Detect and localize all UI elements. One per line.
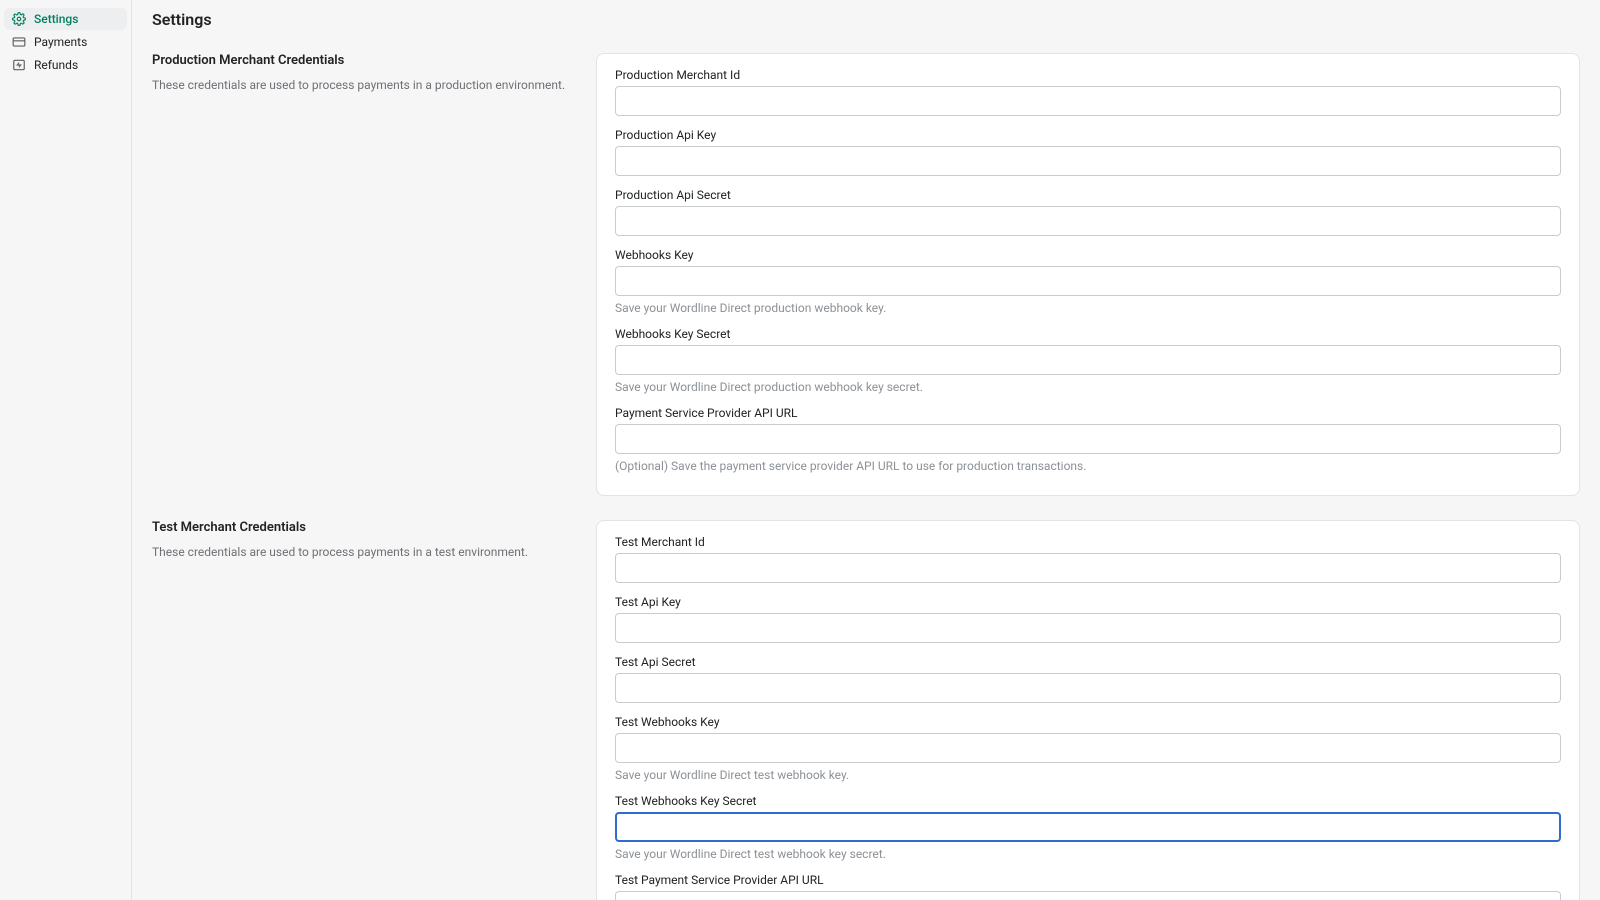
test-webhooks-key-input[interactable] (615, 733, 1561, 763)
field-label: Test Webhooks Key (615, 715, 1561, 729)
production-merchant-id-input[interactable] (615, 86, 1561, 116)
section-title: Test Merchant Credentials (152, 520, 572, 535)
field-help: Save your Wordline Direct test webhook k… (615, 847, 1561, 861)
card-test: Test Merchant Id Test Api Key Test Api S… (596, 520, 1580, 900)
field-label: Production Api Secret (615, 188, 1561, 202)
sidebar-item-refunds[interactable]: Refunds (4, 54, 127, 76)
test-api-key-input[interactable] (615, 613, 1561, 643)
production-psp-url-input[interactable] (615, 424, 1561, 454)
test-webhooks-key-secret-input[interactable] (615, 812, 1561, 842)
section-title: Production Merchant Credentials (152, 53, 572, 68)
field-label: Test Webhooks Key Secret (615, 794, 1561, 808)
field-label: Test Payment Service Provider API URL (615, 873, 1561, 887)
card-production: Production Merchant Id Production Api Ke… (596, 53, 1580, 496)
sidebar-item-label: Settings (34, 12, 78, 26)
section-desc: These credentials are used to process pa… (152, 545, 572, 559)
main-content: Settings Production Merchant Credentials… (132, 0, 1600, 900)
page-title: Settings (152, 10, 1580, 29)
field-label: Payment Service Provider API URL (615, 406, 1561, 420)
production-api-key-input[interactable] (615, 146, 1561, 176)
field-label: Test Api Secret (615, 655, 1561, 669)
field-help: Save your Wordline Direct test webhook k… (615, 768, 1561, 782)
test-psp-url-input[interactable] (615, 891, 1561, 900)
card-icon (12, 35, 26, 49)
test-api-secret-input[interactable] (615, 673, 1561, 703)
sidebar: Settings Payments Refunds (0, 0, 132, 900)
field-label: Test Api Key (615, 595, 1561, 609)
field-label: Webhooks Key Secret (615, 327, 1561, 341)
field-help: Save your Wordline Direct production web… (615, 301, 1561, 315)
sidebar-item-label: Refunds (34, 58, 78, 72)
test-merchant-id-input[interactable] (615, 553, 1561, 583)
section-test: Test Merchant Credentials These credenti… (152, 520, 1580, 900)
field-help: (Optional) Save the payment service prov… (615, 459, 1561, 473)
section-production: Production Merchant Credentials These cr… (152, 53, 1580, 496)
sidebar-item-payments[interactable]: Payments (4, 31, 127, 53)
field-label: Test Merchant Id (615, 535, 1561, 549)
sidebar-item-settings[interactable]: Settings (4, 8, 127, 30)
section-desc: These credentials are used to process pa… (152, 78, 572, 92)
field-help: Save your Wordline Direct production web… (615, 380, 1561, 394)
production-webhooks-key-input[interactable] (615, 266, 1561, 296)
field-label: Production Api Key (615, 128, 1561, 142)
refund-icon (12, 58, 26, 72)
field-label: Webhooks Key (615, 248, 1561, 262)
field-label: Production Merchant Id (615, 68, 1561, 82)
sidebar-item-label: Payments (34, 35, 87, 49)
production-api-secret-input[interactable] (615, 206, 1561, 236)
gear-icon (12, 12, 26, 26)
production-webhooks-key-secret-input[interactable] (615, 345, 1561, 375)
